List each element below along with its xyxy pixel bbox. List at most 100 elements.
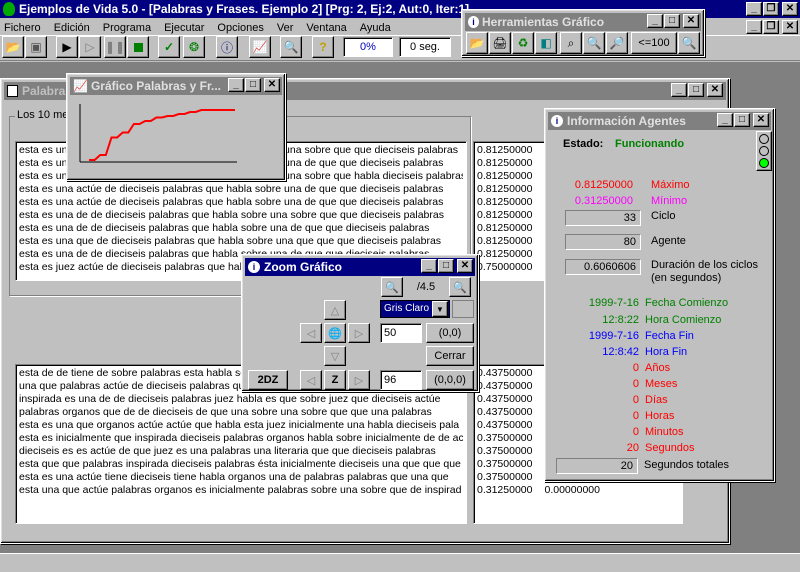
menu-programa[interactable]: Programa <box>103 22 151 34</box>
menu-ejecutar[interactable]: Ejecutar <box>164 22 204 34</box>
phrase-row[interactable]: esta es una actúe tiene dieciseis tiene … <box>19 471 463 484</box>
doc-close-button[interactable]: ✕ <box>782 20 798 34</box>
dias-value: 0 <box>632 394 639 406</box>
hora-comienzo-label: Hora Comienzo <box>645 314 722 326</box>
close-zoom-button[interactable]: Cerrar <box>426 346 474 366</box>
pan-up-button[interactable]: △ <box>324 300 346 320</box>
step-icon[interactable]: ▷ <box>79 36 101 58</box>
menu-ayuda[interactable]: Ayuda <box>360 22 391 34</box>
color-dropdown-icon[interactable]: ▼ <box>432 301 448 317</box>
ciclo-value: 33 <box>565 210 641 226</box>
pan-right-button[interactable]: ▷ <box>348 323 370 343</box>
pause-icon[interactable]: ❚❚ <box>104 36 126 58</box>
phrase-row[interactable]: esta es una actúe de dieciseis palabras … <box>19 196 463 209</box>
x-input[interactable]: 50 <box>380 323 422 343</box>
info-window: i Información Agentes _ □ ✕ Estado: Func… <box>544 108 775 482</box>
progress-display: 0% <box>343 37 393 57</box>
phrase-row[interactable]: esta es una que organos actúe actúe que … <box>19 419 463 432</box>
zoom-out-button[interactable]: 🔍 <box>381 277 403 297</box>
value-row-main: 0.31250000 <box>477 484 533 496</box>
phrase-row[interactable]: dieciseis es es actúe de que juez es una… <box>19 445 463 458</box>
phrase-row[interactable]: esta es una de de dieciseis palabras que… <box>19 209 463 222</box>
herramientas-window: i Herramientas Gráfico _ □ ✕ 📂 🖨 ♻ ◧ ⌕ 🔍… <box>461 9 705 57</box>
phrase-row[interactable]: esta una que actúe palabras organos es i… <box>19 484 463 497</box>
herramientas-title: Herramientas Gráfico <box>482 15 605 29</box>
agent-icon[interactable]: ❂ <box>183 36 205 58</box>
menu-opciones[interactable]: Opciones <box>217 22 263 34</box>
stop-icon[interactable] <box>127 36 149 58</box>
doc-minimize-button[interactable]: _ <box>746 20 762 34</box>
center-globe-icon[interactable]: 🌐 <box>324 323 346 343</box>
eraser-icon[interactable]: ◧ <box>535 32 557 54</box>
trash-icon[interactable]: ♻ <box>512 32 534 54</box>
zoom-maximize-button[interactable]: □ <box>438 259 454 273</box>
estado-value: Funcionando <box>615 138 685 150</box>
reset-xy-button[interactable]: (0,0) <box>426 323 474 343</box>
search-icon[interactable]: 🔍 <box>280 36 302 58</box>
chart-open-icon[interactable]: 📂 <box>466 32 488 54</box>
menu-edicion[interactable]: Edición <box>54 22 90 34</box>
save-disk-icon[interactable]: ▣ <box>25 36 47 58</box>
check-icon[interactable]: ✓ <box>158 36 180 58</box>
herramientas-minimize-button[interactable]: _ <box>647 14 663 28</box>
mode-2dz-button[interactable]: 2DZ <box>248 370 288 390</box>
zoom-fit-icon[interactable]: 🔍 <box>678 32 700 54</box>
app-restore-button[interactable]: ❐ <box>763 2 779 16</box>
maximo-value: 0.81250000 <box>574 179 633 191</box>
phrase-row[interactable]: esta es una que de dieciseis palabras qu… <box>19 235 463 248</box>
z-input[interactable]: 96 <box>380 370 422 390</box>
zoom-out-icon[interactable]: 🔎 <box>606 32 628 54</box>
menu-fichero[interactable]: Fichero <box>4 22 41 34</box>
horas-value: 0 <box>632 410 639 422</box>
herramientas-maximize-button[interactable]: □ <box>664 14 680 28</box>
grafico-maximize-button[interactable]: □ <box>245 78 261 92</box>
ratio-button[interactable]: <=100 <box>631 32 677 54</box>
pan-left-button[interactable]: ◁ <box>300 323 322 343</box>
doc-restore-button[interactable]: ❐ <box>763 20 779 34</box>
palabras-close-button[interactable]: ✕ <box>707 83 723 97</box>
color-swatch <box>452 300 474 318</box>
info-minimize-button[interactable]: _ <box>717 113 733 127</box>
pan-down-button[interactable]: ▽ <box>324 346 346 366</box>
phrase-row[interactable]: esta es inicialmente que inspirada dieci… <box>19 432 463 445</box>
open-folder-icon[interactable]: 📂 <box>2 36 24 58</box>
phrase-row[interactable]: esta es una actúe de dieciseis palabras … <box>19 183 463 196</box>
menu-ver[interactable]: Ver <box>277 22 294 34</box>
zoom-area-icon[interactable]: ⌕ <box>560 32 582 54</box>
grafico-minimize-button[interactable]: _ <box>228 78 244 92</box>
herramientas-close-button[interactable]: ✕ <box>683 14 699 28</box>
menu-ventana[interactable]: Ventana <box>306 22 346 34</box>
light-green-icon <box>759 158 769 168</box>
info-icon[interactable]: ⓘ <box>216 36 238 58</box>
chart-series-line <box>89 109 235 161</box>
zoom-close-button[interactable]: ✕ <box>457 259 473 273</box>
phrase-row[interactable]: esta es una de de dieciseis palabras que… <box>19 222 463 235</box>
grafico-close-button[interactable]: ✕ <box>264 78 280 92</box>
help-icon[interactable]: ? <box>312 36 334 58</box>
app-icon <box>3 2 15 16</box>
play-icon[interactable]: ▶ <box>56 36 78 58</box>
z-left-button[interactable]: ◁ <box>300 370 322 390</box>
app-minimize-button[interactable]: _ <box>746 2 762 16</box>
z-right-button[interactable]: ▷ <box>348 370 370 390</box>
zoom-in-icon[interactable]: 🔍 <box>583 32 605 54</box>
hora-fin-value: 12:8:42 <box>602 346 639 358</box>
app-close-button[interactable]: ✕ <box>782 2 798 16</box>
phrase-row[interactable]: esta que que palabras inspirada diecisei… <box>19 458 463 471</box>
segundos-totales-label: Segundos totales <box>644 459 730 471</box>
palabras-maximize-button[interactable]: □ <box>688 83 704 97</box>
meses-value: 0 <box>632 378 639 390</box>
info-maximize-button[interactable]: □ <box>734 113 750 127</box>
print-icon[interactable]: 🖨 <box>489 32 511 54</box>
info-close-button[interactable]: ✕ <box>753 113 769 127</box>
light-yellow-icon <box>759 146 769 156</box>
phrase-row[interactable]: palabras organos que de de dieciseis de … <box>19 406 463 419</box>
zoom-in-button[interactable]: 🔍 <box>449 277 471 297</box>
palabras-minimize-button[interactable]: _ <box>671 83 687 97</box>
reset-xyz-button[interactable]: (0,0,0) <box>426 370 474 390</box>
status-bar <box>0 553 800 572</box>
value-row[interactable]: 0.31250000 0.00000000 <box>477 484 679 497</box>
zoom-minimize-button[interactable]: _ <box>421 259 437 273</box>
phrase-row[interactable]: inspirada es una de de dieciseis palabra… <box>19 393 463 406</box>
chart-icon[interactable]: 📈 <box>249 36 271 58</box>
